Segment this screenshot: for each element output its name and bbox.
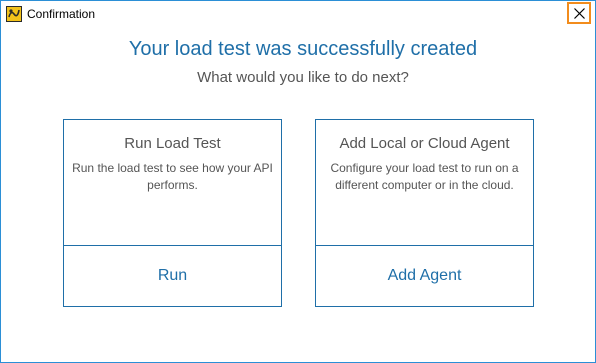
card-description: Run the load test to see how your API pe… [72,161,273,192]
title-bar: Confirmation [1,1,595,29]
card-info: Run Load Test Run the load test to see h… [64,120,281,246]
run-button[interactable]: Run [64,246,281,306]
card-title: Run Load Test [124,135,221,152]
card-info: Add Local or Cloud Agent Configure your … [316,120,533,246]
add-agent-button[interactable]: Add Agent [316,246,533,306]
window-title: Confirmation [27,7,96,21]
card-description: Configure your load test to run on a dif… [330,161,519,192]
run-load-test-card: Run Load Test Run the load test to see h… [63,119,282,307]
page-title: Your load test was successfully created [128,38,478,60]
close-button[interactable] [567,2,591,24]
close-icon [574,8,585,19]
card-title: Add Local or Cloud Agent [339,135,510,152]
loadui-app-icon [6,6,22,22]
page-subtitle: What would you like to do next? [197,69,409,86]
add-agent-card: Add Local or Cloud Agent Configure your … [315,119,534,307]
confirmation-dialog: Confirmation Your load test was successf… [0,0,596,363]
